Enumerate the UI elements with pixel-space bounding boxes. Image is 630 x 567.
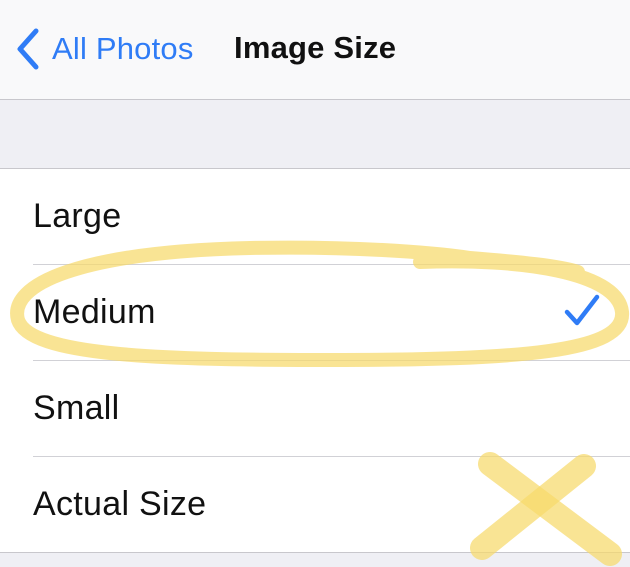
bottom-spacer <box>0 552 630 567</box>
checkmark-icon <box>564 294 600 326</box>
option-row-large[interactable]: Large <box>33 169 630 265</box>
option-label: Actual Size <box>33 485 207 523</box>
option-label: Large <box>33 197 122 235</box>
image-size-options: Large Medium Small Actual Size <box>0 169 630 552</box>
option-row-medium[interactable]: Medium <box>33 265 630 361</box>
option-row-actual-size[interactable]: Actual Size <box>33 457 630 552</box>
option-row-small[interactable]: Small <box>33 361 630 457</box>
option-label: Small <box>33 389 120 427</box>
section-spacer <box>0 100 630 169</box>
page-title: Image Size <box>234 30 397 65</box>
back-button[interactable]: All Photos <box>14 24 194 74</box>
chevron-left-icon <box>17 28 39 70</box>
back-button-label: All Photos <box>52 31 194 66</box>
option-label: Medium <box>33 293 156 331</box>
navigation-bar: All Photos Image Size <box>0 0 630 100</box>
screen: All Photos Image Size Large Medium Small… <box>0 0 630 567</box>
